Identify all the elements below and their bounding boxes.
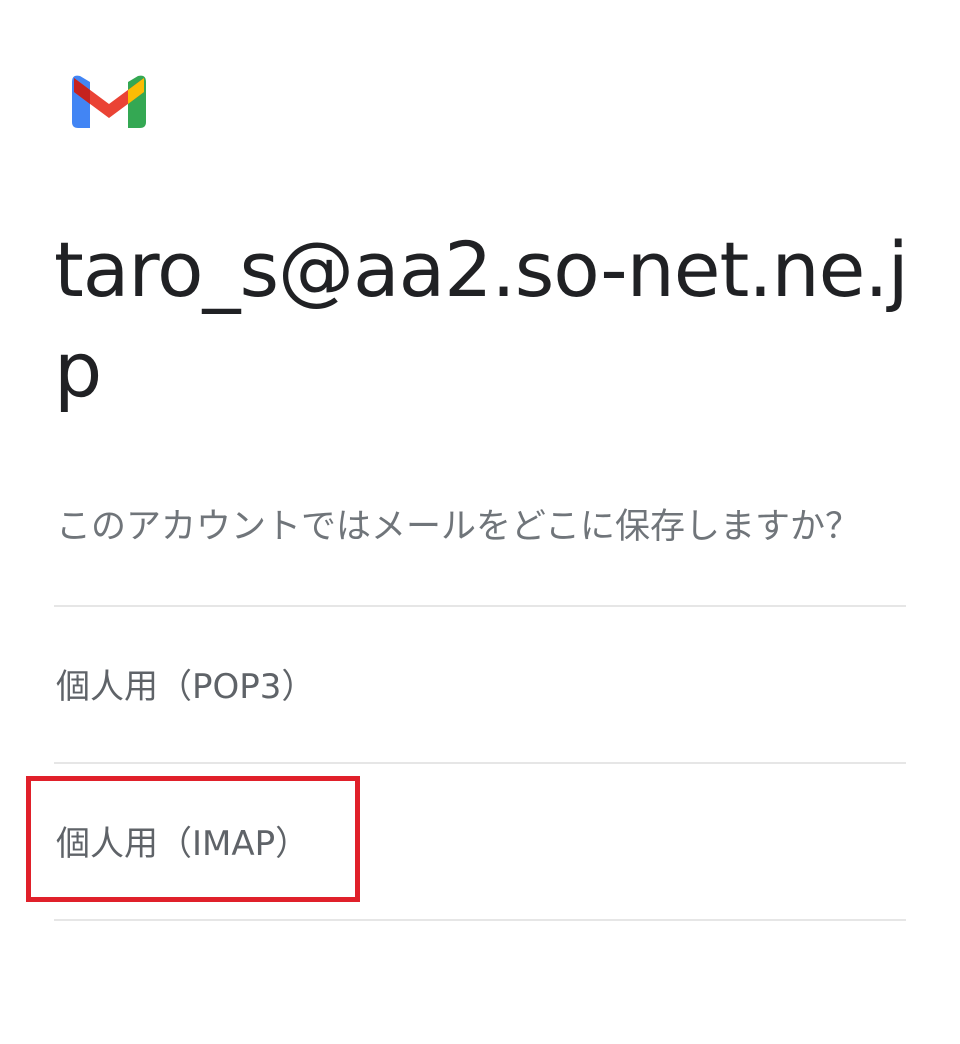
- option-pop3[interactable]: 個人用（POP3）: [54, 607, 906, 762]
- gmail-logo-icon: [70, 72, 148, 130]
- option-pop3-label: 個人用（POP3）: [56, 667, 316, 707]
- storage-options-list: 個人用（POP3） 個人用（IMAP）: [54, 605, 906, 921]
- storage-question: このアカウントではメールをどこに保存しますか？: [56, 507, 860, 547]
- account-email-title: taro_s@aa2.so-net.ne.jp: [54, 225, 909, 414]
- divider: [54, 919, 906, 921]
- option-imap[interactable]: 個人用（IMAP）: [54, 764, 906, 919]
- option-imap-label: 個人用（IMAP）: [56, 824, 310, 864]
